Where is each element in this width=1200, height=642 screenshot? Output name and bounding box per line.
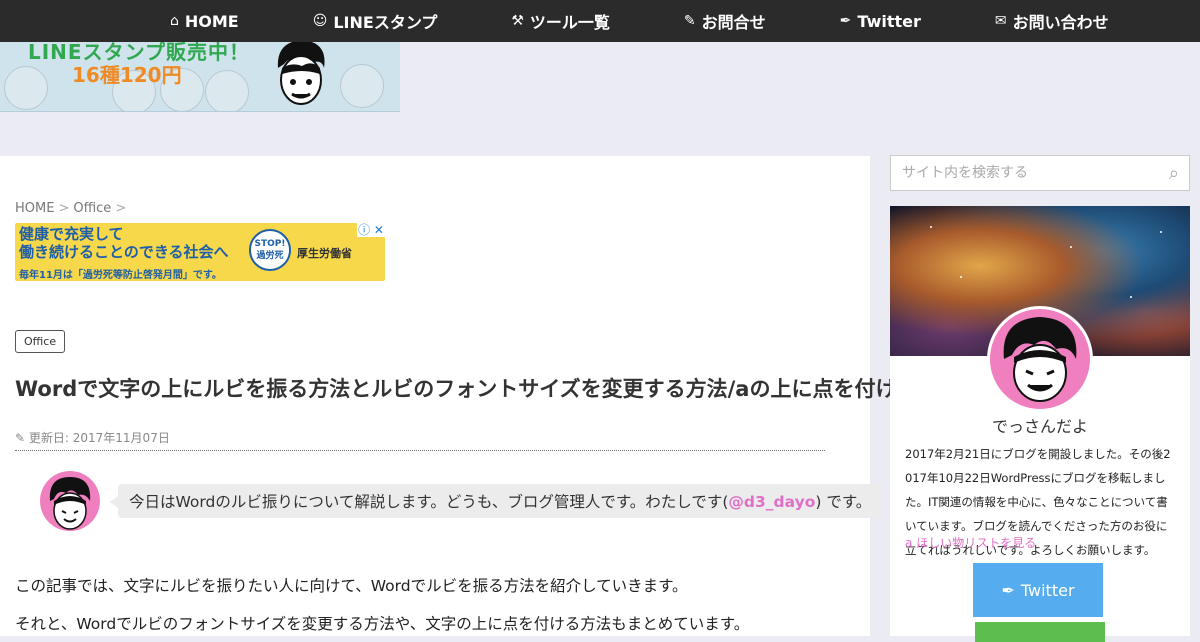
author-face-icon xyxy=(49,477,91,530)
ad-line-2: 働き続けることのできる社会へ xyxy=(19,243,229,261)
nav-inquiry[interactable]: ✎ お問合せ xyxy=(684,9,766,33)
ad-line-1: 健康で充実して xyxy=(19,225,124,243)
line-stamp-banner[interactable]: LINEスタンプ販売中！ 16種120円 xyxy=(0,42,400,112)
nav-contact[interactable]: ✉ お問い合わせ xyxy=(995,9,1109,33)
banner-doodle xyxy=(4,66,48,110)
nav-inquiry-label: お問合せ xyxy=(701,13,766,32)
twitter-follow-label: Twitter xyxy=(1020,580,1075,600)
nav-line-stamp[interactable]: ☺ LINEスタンプ xyxy=(313,9,438,33)
ad-sponsor: 厚生労働省 xyxy=(297,247,352,260)
post-date: ✎ 更新日: 2017年11月07日 xyxy=(15,429,825,451)
ad-stop-badge: STOP! 過労死 xyxy=(249,229,291,271)
search-box: ⌕ xyxy=(890,155,1190,191)
star xyxy=(960,276,962,278)
twitter-handle-link[interactable]: @d3_dayo xyxy=(728,493,815,511)
ad-subtext: 毎年11月は「過労死等防止啓発月間」です。 xyxy=(19,270,222,281)
speech-bubble: 今日はWordのルビ振りについて解説します。どうも、ブログ管理人です。わたしです… xyxy=(109,484,883,518)
nav-tools[interactable]: ⚒ ツール一覧 xyxy=(511,9,610,33)
main-content: HOME > Office > 健康で充実して 働き続けることのできる社会へ 毎年… xyxy=(0,156,959,636)
search-input[interactable] xyxy=(891,156,1151,190)
breadcrumb-separator: > xyxy=(115,201,127,216)
ad-headline: 健康で充実して 働き続けることのできる社会へ xyxy=(19,225,229,261)
search-icon[interactable]: ⌕ xyxy=(1169,163,1179,184)
profile-name: でっさんだよ xyxy=(991,417,1088,436)
envelope-icon: ✉ xyxy=(994,13,1007,29)
amazon-icon: a xyxy=(905,536,913,550)
intro-paragraph-2: それと、Wordでルビのフォントサイズを変更する方法や、文字の上に点を付ける方法… xyxy=(15,615,750,633)
nav-home[interactable]: ⌂ HOME xyxy=(170,12,239,31)
nav-home-label: HOME xyxy=(184,11,239,31)
mascot-face-icon xyxy=(277,42,325,105)
pencil-icon: ✎ xyxy=(15,431,26,445)
profile-avatar xyxy=(987,306,1093,412)
nav-twitter[interactable]: ✒ Twitter xyxy=(840,12,921,31)
twitter-icon: ✒ xyxy=(839,13,852,29)
speech-bubble-block: 今日はWordのルビ振りについて解説します。どうも、ブログ管理人です。わたしです… xyxy=(40,471,883,531)
ad-close-icon[interactable]: ⓘ ✕ xyxy=(357,223,385,237)
nav-contact-label: お問い合わせ xyxy=(1012,13,1109,32)
banner-doodle xyxy=(205,70,249,111)
twitter-follow-button[interactable]: ✒ Twitter xyxy=(973,563,1103,617)
star xyxy=(1070,246,1072,248)
category-tag[interactable]: Office xyxy=(15,330,66,353)
star xyxy=(930,226,932,228)
post-date-text: 更新日: 2017年11月07日 xyxy=(28,431,170,445)
intro-paragraph-1: この記事では、文字にルビを振りたい人に向けて、Wordでルビを振る方法を紹介して… xyxy=(15,577,688,595)
star xyxy=(1160,231,1162,233)
profile-widget: でっさんだよ 2017年2月21日にブログを開設しました。その後2017年10月… xyxy=(890,206,1190,642)
advertisement-banner[interactable]: 健康で充実して 働き続けることのできる社会へ 毎年11月は「過労死等防止啓発月間」… xyxy=(15,223,385,281)
bubble-tail-text: ) です。 xyxy=(815,493,872,511)
nav-tools-label: ツール一覧 xyxy=(529,13,610,32)
nav-line-stamp-label: LINEスタンプ xyxy=(333,13,438,32)
smile-icon: ☺ xyxy=(312,13,328,29)
bubble-text: 今日はWordのルビ振りについて解説します。どうも、ブログ管理人です。わたしです… xyxy=(129,493,729,511)
wishlist-link[interactable]: a ほしい物リストを見る xyxy=(905,534,1036,551)
line-follow-button[interactable] xyxy=(975,622,1105,642)
star xyxy=(1130,296,1132,298)
nav-twitter-label: Twitter xyxy=(857,11,921,31)
wishlist-link-label: ほしい物リストを見る xyxy=(916,536,1037,550)
post-title: Wordで文字の上にルビを振る方法とルビのフォントサイズを変更する方法/aの上に… xyxy=(15,377,960,401)
pencil-icon: ✎ xyxy=(683,13,696,29)
breadcrumb: HOME > Office > xyxy=(15,201,126,216)
author-avatar xyxy=(40,471,100,531)
home-icon: ⌂ xyxy=(170,13,179,29)
breadcrumb-separator: > xyxy=(58,201,70,216)
breadcrumb-category[interactable]: Office xyxy=(73,201,111,216)
wrench-icon: ⚒ xyxy=(511,13,524,29)
top-navigation: ⌂ HOME ☺ LINEスタンプ ⚒ ツール一覧 ✎ お問合せ ✒ Twitter ✉ お… xyxy=(0,0,1200,42)
banner-doodle xyxy=(340,64,384,108)
banner-price: 16種120円 xyxy=(72,63,182,87)
twitter-icon: ✒ xyxy=(1001,580,1015,600)
profile-face-icon xyxy=(1003,317,1077,402)
breadcrumb-home[interactable]: HOME xyxy=(15,201,54,216)
